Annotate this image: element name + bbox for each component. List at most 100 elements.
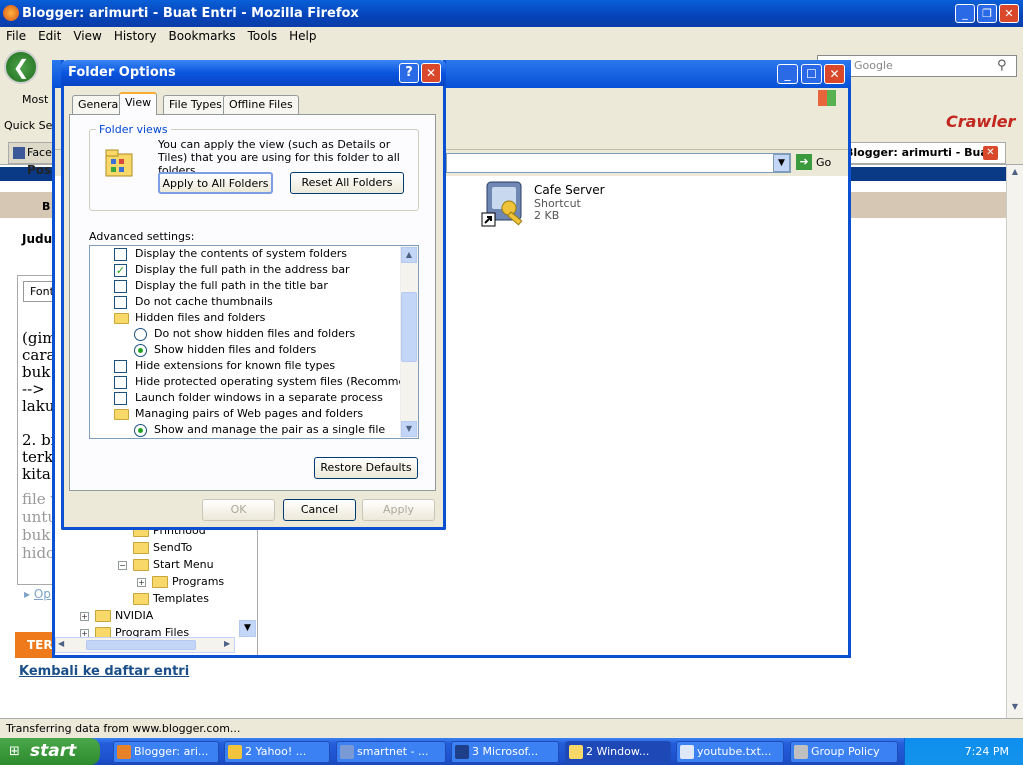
scroll-down-icon[interactable]: ▼: [401, 421, 417, 437]
search-icon[interactable]: ⚲: [997, 58, 1013, 74]
advanced-setting-checkbox[interactable]: Hide protected operating system files (R…: [114, 374, 418, 390]
checkbox-icon[interactable]: [114, 391, 127, 405]
firefox-logo-icon: [3, 5, 19, 21]
address-input[interactable]: [446, 153, 791, 173]
facebook-icon: [13, 147, 25, 159]
folder-icon: [133, 593, 149, 605]
menu-file[interactable]: File: [0, 27, 32, 45]
subnav-item[interactable]: B: [42, 200, 50, 213]
minimize-button[interactable]: _: [955, 4, 975, 23]
explorer-close-button[interactable]: ✕: [824, 64, 845, 84]
taskbar-button-label: 3 Microsof...: [472, 745, 539, 758]
go-button[interactable]: ➜ Go: [796, 154, 836, 172]
expand-icon[interactable]: +: [80, 611, 89, 621]
file-name[interactable]: Cafe Server: [534, 183, 605, 197]
advanced-setting-radio[interactable]: Show and manage the pair as a single fil…: [134, 422, 385, 438]
checkbox-icon[interactable]: [114, 375, 127, 389]
tab-close-icon[interactable]: ✕: [983, 146, 998, 160]
apply-to-all-folders-button[interactable]: Apply to All Folders: [158, 172, 273, 194]
taskbar-button[interactable]: Group Policy: [790, 741, 898, 763]
reset-all-folders-button[interactable]: Reset All Folders: [290, 172, 404, 194]
tree-scroll-down-icon[interactable]: ▼: [239, 620, 256, 637]
advanced-setting-checkbox[interactable]: Display the contents of system folders: [114, 246, 347, 262]
tab-facebook[interactable]: Face: [8, 142, 56, 164]
tree-item[interactable]: + NVIDIA: [80, 607, 153, 624]
tab-blogger[interactable]: Blogger: arimurti - Buat ...: [838, 142, 1006, 179]
expand-icon[interactable]: +: [137, 577, 146, 587]
menu-help[interactable]: Help: [283, 27, 322, 45]
post-options-label: Op: [33, 587, 51, 601]
tree-item[interactable]: SendTo: [118, 539, 192, 556]
tab-view[interactable]: View: [119, 92, 158, 115]
advanced-setting-radio[interactable]: Do not show hidden files and folders: [134, 326, 355, 342]
firefox-menu-bar: File Edit View History Bookmarks Tools Help: [0, 27, 1023, 46]
advanced-setting-checkbox[interactable]: Display the full path in the title bar: [114, 278, 328, 294]
tree-item-label: Templates: [153, 592, 209, 605]
page-scrollbar[interactable]: ▲ ▼: [1006, 165, 1023, 718]
cancel-button[interactable]: Cancel: [283, 499, 356, 521]
taskbar-button[interactable]: youtube.txt...: [676, 741, 784, 763]
radio-icon[interactable]: [134, 327, 147, 341]
quick-search-label[interactable]: Quick Sea: [4, 119, 59, 132]
explorer-maximize-button[interactable]: ☐: [801, 64, 822, 84]
tree-item[interactable]: + Programs: [137, 573, 224, 590]
advanced-setting-checkbox[interactable]: Launch folder windows in a separate proc…: [114, 390, 383, 406]
menu-bookmarks[interactable]: Bookmarks: [163, 27, 242, 45]
tree-item[interactable]: − Start Menu: [118, 556, 214, 573]
clock: 7:24 PM: [964, 745, 1009, 758]
taskbar-button[interactable]: smartnet - ...: [336, 741, 446, 763]
taskbar-button-label: Group Policy: [811, 745, 880, 758]
tab-offline-files[interactable]: Offline Files: [223, 95, 299, 114]
selected-radio-icon[interactable]: [134, 343, 147, 357]
advanced-settings-list[interactable]: Display the contents of system folders ✓ D…: [89, 245, 419, 439]
back-to-posts-link[interactable]: Kembali ke daftar entri: [19, 664, 189, 679]
advanced-setting-radio[interactable]: Show hidden files and folders: [134, 342, 316, 358]
taskbar-button[interactable]: 2 Yahoo! ...: [224, 741, 330, 763]
checkbox-icon[interactable]: [114, 279, 127, 293]
taskbar-button[interactable]: 3 Microsof...: [451, 741, 559, 763]
font-select-label: Font: [30, 285, 54, 298]
restore-defaults-button[interactable]: Restore Defaults: [314, 457, 418, 479]
back-button[interactable]: ❮: [4, 50, 38, 84]
checked-checkbox-icon[interactable]: ✓: [114, 263, 127, 277]
menu-tools[interactable]: Tools: [242, 27, 284, 45]
crawler-logo: Crawler: [946, 112, 1016, 131]
post-tab[interactable]: Pos: [27, 163, 51, 177]
taskbar-app-icon: [569, 745, 583, 759]
taskbar-button[interactable]: 2 Window...: [565, 741, 671, 763]
post-options-link[interactable]: ▸ Op: [24, 587, 51, 601]
scroll-up-icon[interactable]: ▲: [401, 247, 417, 263]
maximize-button[interactable]: ❐: [977, 4, 997, 23]
advanced-setting-folder[interactable]: Managing pairs of Web pages and folders: [114, 406, 363, 422]
taskbar-button[interactable]: Blogger: ari...: [113, 741, 219, 763]
tree-horizontal-scrollbar[interactable]: ◀ ▶: [55, 637, 235, 653]
advanced-setting-checkbox[interactable]: ✓ Display the full path in the address ba…: [114, 262, 350, 278]
close-button[interactable]: ✕: [999, 4, 1019, 23]
checkbox-icon[interactable]: [114, 295, 127, 309]
checkbox-icon[interactable]: [114, 359, 127, 373]
system-tray: 7:24 PM: [904, 738, 1023, 765]
advanced-setting-label: Do not cache thumbnails: [135, 295, 273, 308]
apply-button[interactable]: Apply: [362, 499, 435, 521]
ok-button[interactable]: OK: [202, 499, 275, 521]
dialog-close-button[interactable]: ✕: [421, 63, 441, 83]
bookmark-most-visited[interactable]: Most V: [4, 93, 59, 106]
checkbox-icon[interactable]: [114, 247, 127, 261]
advanced-setting-checkbox[interactable]: Hide extensions for known file types: [114, 358, 335, 374]
cafe-server-shortcut-icon[interactable]: [481, 180, 529, 228]
tab-file-types[interactable]: File Types: [163, 95, 228, 114]
taskbar-app-icon: [455, 745, 469, 759]
scroll-thumb[interactable]: [401, 292, 417, 362]
collapse-icon[interactable]: −: [118, 560, 127, 570]
taskbar-button-label: Blogger: ari...: [134, 745, 209, 758]
advanced-setting-checkbox[interactable]: Do not cache thumbnails: [114, 294, 273, 310]
menu-edit[interactable]: Edit: [32, 27, 67, 45]
menu-view[interactable]: View: [67, 27, 107, 45]
advanced-setting-folder[interactable]: Hidden files and folders: [114, 310, 265, 326]
tree-item[interactable]: Templates: [118, 590, 209, 607]
selected-radio-icon[interactable]: [134, 423, 147, 437]
explorer-minimize-button[interactable]: _: [777, 64, 798, 84]
address-dropdown-icon[interactable]: ▼: [773, 154, 790, 172]
help-button[interactable]: ?: [399, 63, 419, 83]
menu-history[interactable]: History: [108, 27, 163, 45]
